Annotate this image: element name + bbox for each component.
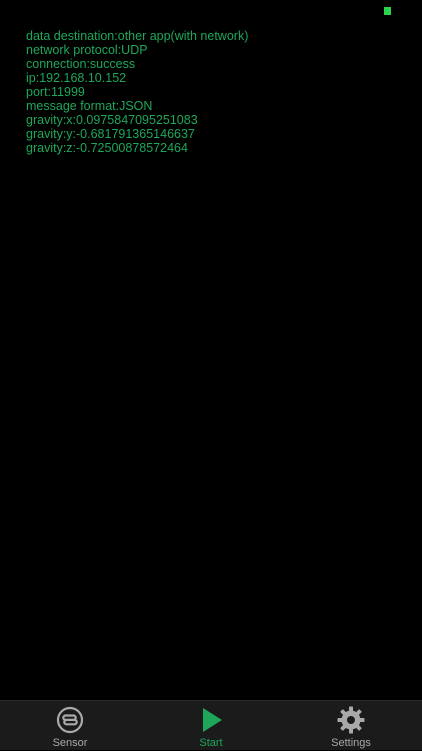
tab-settings[interactable]: Settings [281,701,421,751]
sensor-icon [56,706,84,734]
tab-sensor[interactable]: Sensor [0,701,140,751]
tab-settings-label: Settings [331,737,371,749]
log-line-format: message format:JSON [26,99,153,113]
gear-icon [337,706,365,734]
log-line-gravity-x: gravity:x:0.0975847095251083 [26,113,198,127]
status-indicator [384,7,391,15]
log-line-gravity-z: gravity:z:-0.72500878572464 [26,141,188,155]
tab-start[interactable]: Start [141,701,281,751]
play-icon [203,708,222,732]
tab-start-label: Start [199,737,223,749]
log-line-protocol: network protocol:UDP [26,43,148,57]
sensor-log: data destination:other app(with network)… [26,29,406,155]
tab-sensor-label: Sensor [52,737,88,749]
log-line-connection: connection:success [26,57,136,71]
tab-bar: Sensor Start Settings [0,700,422,750]
log-line-port: port:11999 [26,85,85,99]
log-line-gravity-y: gravity:y:-0.681791365146637 [26,127,195,141]
log-line-ip: ip:192.168.10.152 [26,71,127,85]
log-line-destination: data destination:other app(with network) [26,29,249,43]
